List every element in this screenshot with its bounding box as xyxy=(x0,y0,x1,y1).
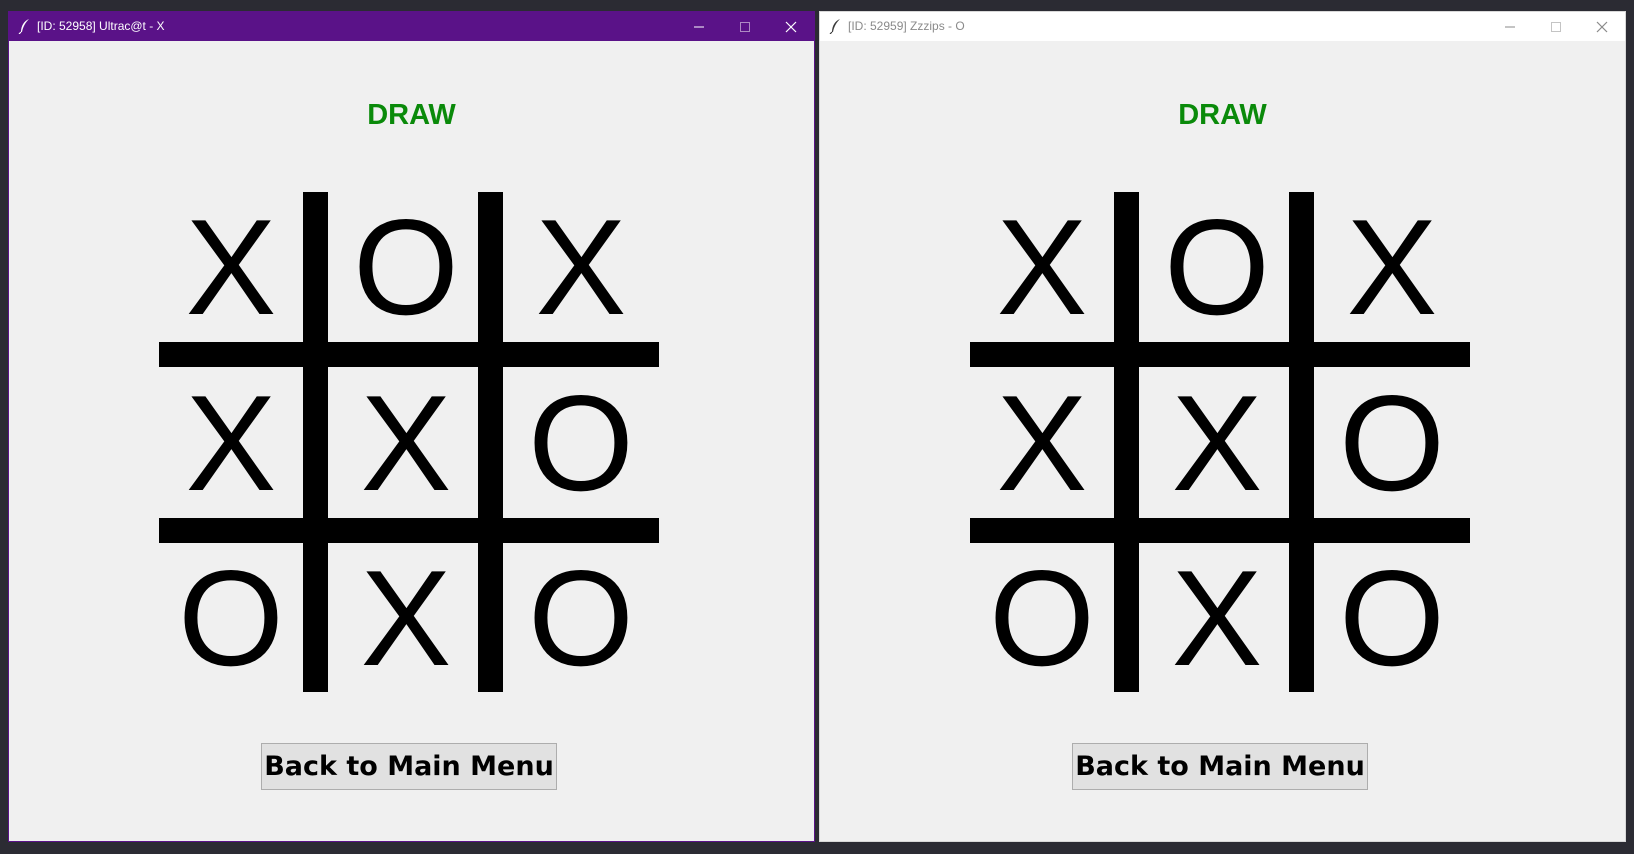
close-button[interactable] xyxy=(768,12,814,41)
board-cell-7[interactable]: O xyxy=(970,543,1114,693)
board-cell-6[interactable]: O xyxy=(1320,368,1464,518)
game-status-label: DRAW xyxy=(367,99,456,131)
minimize-button[interactable] xyxy=(1487,12,1533,41)
board-cell-5[interactable]: X xyxy=(334,368,478,518)
grid-line-horizontal xyxy=(970,518,1470,543)
board-cell-7[interactable]: O xyxy=(159,543,303,693)
game-status-label: DRAW xyxy=(1178,99,1267,131)
maximize-button[interactable] xyxy=(1533,12,1579,41)
board-cell-4[interactable]: X xyxy=(159,368,303,518)
board-cell-3[interactable]: X xyxy=(509,192,653,342)
board-cell-5[interactable]: X xyxy=(1145,368,1289,518)
board-cell-9[interactable]: O xyxy=(509,543,653,693)
board-cell-2[interactable]: O xyxy=(1145,192,1289,342)
minimize-button[interactable] xyxy=(676,12,722,41)
window-title: [ID: 52959] Zzzips - O xyxy=(848,19,965,33)
game-window-o: [ID: 52959] Zzzips - O DRAW X O X X X O … xyxy=(819,11,1626,842)
board-cell-8[interactable]: X xyxy=(334,543,478,693)
feather-icon xyxy=(18,19,29,34)
grid-line-vertical xyxy=(1289,192,1314,692)
maximize-button[interactable] xyxy=(722,12,768,41)
game-board: X O X X X O O X O xyxy=(159,192,659,692)
back-to-main-menu-button[interactable]: Back to Main Menu xyxy=(1072,743,1368,790)
grid-line-horizontal xyxy=(970,342,1470,367)
close-button[interactable] xyxy=(1579,12,1625,41)
back-to-main-menu-button[interactable]: Back to Main Menu xyxy=(261,743,557,790)
minimize-icon xyxy=(1505,26,1515,28)
title-bar[interactable]: [ID: 52959] Zzzips - O xyxy=(820,12,1625,41)
game-window-x: [ID: 52958] Ultrac@t - X DRAW X O X X X … xyxy=(8,11,815,842)
feather-icon xyxy=(829,19,840,34)
maximize-icon xyxy=(1551,22,1561,32)
minimize-icon xyxy=(694,26,704,28)
close-icon xyxy=(785,21,797,33)
close-icon xyxy=(1596,21,1608,33)
grid-line-vertical xyxy=(478,192,503,692)
game-board: X O X X X O O X O xyxy=(970,192,1470,692)
board-cell-1[interactable]: X xyxy=(159,192,303,342)
window-title: [ID: 52958] Ultrac@t - X xyxy=(37,19,165,33)
board-cell-2[interactable]: O xyxy=(334,192,478,342)
board-cell-9[interactable]: O xyxy=(1320,543,1464,693)
board-cell-3[interactable]: X xyxy=(1320,192,1464,342)
grid-line-vertical xyxy=(303,192,328,692)
board-cell-4[interactable]: X xyxy=(970,368,1114,518)
grid-line-horizontal xyxy=(159,342,659,367)
board-cell-1[interactable]: X xyxy=(970,192,1114,342)
grid-line-vertical xyxy=(1114,192,1139,692)
board-cell-6[interactable]: O xyxy=(509,368,653,518)
title-bar[interactable]: [ID: 52958] Ultrac@t - X xyxy=(9,12,814,41)
maximize-icon xyxy=(740,22,750,32)
grid-line-horizontal xyxy=(159,518,659,543)
board-cell-8[interactable]: X xyxy=(1145,543,1289,693)
